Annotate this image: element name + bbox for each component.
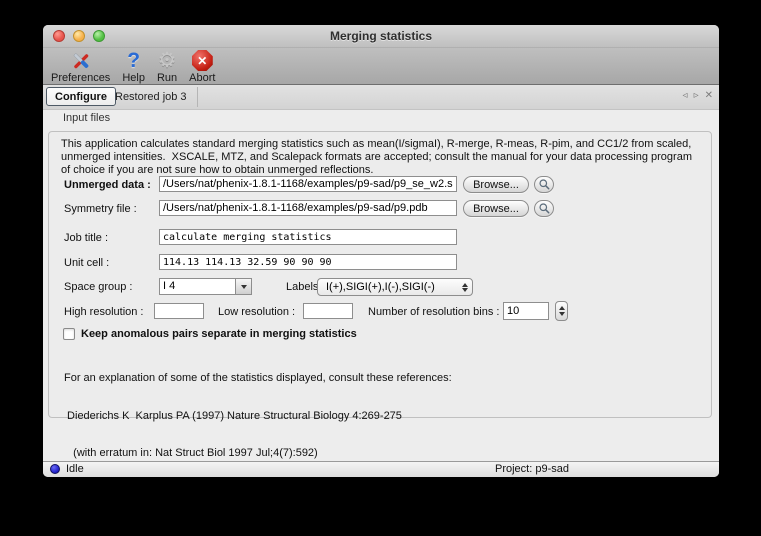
job-title-label: Job title : — [64, 231, 108, 245]
space-group-value[interactable]: I 4 — [159, 278, 236, 295]
tab-close-icon[interactable]: ✕ — [705, 89, 713, 103]
preferences-label: Preferences — [51, 72, 110, 84]
tab-nav: ◃ ▹ ✕ — [683, 89, 713, 103]
description-text: This application calculates standard mer… — [61, 138, 703, 177]
preferences-button[interactable]: Preferences — [51, 49, 110, 85]
unmerged-data-label: Unmerged data : — [64, 178, 151, 192]
symmetry-file-input[interactable] — [159, 200, 457, 216]
configure-panel: Input files This application calculates … — [43, 110, 719, 461]
toolbar: Preferences ? Help ⚙ Run ✕ Abort — [43, 48, 719, 85]
search-icon — [538, 202, 551, 215]
question-icon: ? — [127, 50, 140, 71]
job-title-input[interactable] — [159, 229, 457, 245]
status-left: Idle — [50, 463, 84, 475]
tab-restored-job-3[interactable]: Restored job 3 — [105, 87, 198, 107]
tab-back-icon[interactable]: ◃ — [683, 89, 688, 103]
resolution-bins-stepper[interactable] — [555, 301, 568, 321]
browse-button-label: Browse... — [473, 179, 519, 191]
abort-button[interactable]: ✕ Abort — [189, 49, 215, 85]
browse-button-label: Browse... — [473, 203, 519, 215]
chevron-down-icon[interactable] — [236, 278, 252, 295]
tab-restored-job-3-label: Restored job 3 — [115, 91, 187, 103]
unmerged-data-search-button[interactable] — [534, 176, 554, 193]
help-button[interactable]: ? Help — [122, 49, 145, 85]
reference-line: Diederichs K Karplus PA (1997) Nature St… — [64, 410, 452, 423]
anomalous-checkbox[interactable] — [63, 328, 75, 340]
tab-configure-label: Configure — [55, 91, 107, 103]
tab-bar: Configure Restored job 3 ◃ ▹ ✕ — [43, 85, 719, 110]
symmetry-file-label: Symmetry file : — [64, 202, 137, 216]
resolution-bins-label: Number of resolution bins : — [368, 305, 499, 319]
run-button[interactable]: ⚙ Run — [157, 49, 177, 85]
space-group-combobox[interactable]: I 4 — [159, 278, 252, 295]
space-group-label: Space group : — [64, 280, 133, 294]
input-files-groupbox: This application calculates standard mer… — [48, 131, 712, 418]
section-label: Input files — [63, 112, 110, 124]
stepper-down-icon[interactable] — [559, 312, 565, 316]
unit-cell-input[interactable] — [159, 254, 457, 270]
status-dot-icon — [50, 464, 60, 474]
labels-value: I(+),SIGI(+),I(-),SIGI(-) — [326, 281, 435, 293]
low-resolution-label: Low resolution : — [218, 305, 295, 319]
resolution-bins-input[interactable] — [503, 302, 549, 320]
symmetry-file-browse-button[interactable]: Browse... — [463, 200, 529, 217]
anomalous-checkbox-row: Keep anomalous pairs separate in merging… — [63, 328, 357, 340]
references-block: For an explanation of some of the statis… — [64, 347, 452, 477]
updown-arrows-icon — [462, 283, 468, 292]
abort-label: Abort — [189, 72, 215, 84]
unmerged-data-input[interactable] — [159, 176, 457, 192]
status-text: Idle — [66, 463, 84, 475]
search-icon — [538, 178, 551, 191]
stepper-up-icon[interactable] — [559, 306, 565, 310]
anomalous-checkbox-label: Keep anomalous pairs separate in merging… — [81, 328, 357, 340]
labels-popup[interactable]: I(+),SIGI(+),I(-),SIGI(-) — [317, 278, 473, 296]
high-resolution-input[interactable] — [154, 303, 204, 319]
run-label: Run — [157, 72, 177, 84]
title-bar[interactable]: Merging statistics — [43, 25, 719, 48]
high-resolution-label: High resolution : — [64, 305, 144, 319]
low-resolution-input[interactable] — [303, 303, 353, 319]
app-window: Merging statistics Preferences ? Help ⚙ … — [43, 25, 719, 477]
tab-forward-icon[interactable]: ▹ — [694, 89, 699, 103]
abort-icon: ✕ — [192, 50, 213, 71]
tools-icon — [70, 49, 92, 72]
status-bar: Idle Project: p9-sad — [43, 461, 719, 477]
project-label: Project: p9-sad — [452, 463, 612, 475]
gear-icon: ⚙ — [158, 50, 177, 71]
symmetry-file-search-button[interactable] — [534, 200, 554, 217]
references-intro: For an explanation of some of the statis… — [64, 372, 452, 385]
unit-cell-label: Unit cell : — [64, 256, 109, 270]
window-title: Merging statistics — [43, 29, 719, 43]
help-label: Help — [122, 72, 145, 84]
unmerged-data-browse-button[interactable]: Browse... — [463, 176, 529, 193]
reference-line: (with erratum in: Nat Struct Biol 1997 J… — [64, 447, 452, 460]
